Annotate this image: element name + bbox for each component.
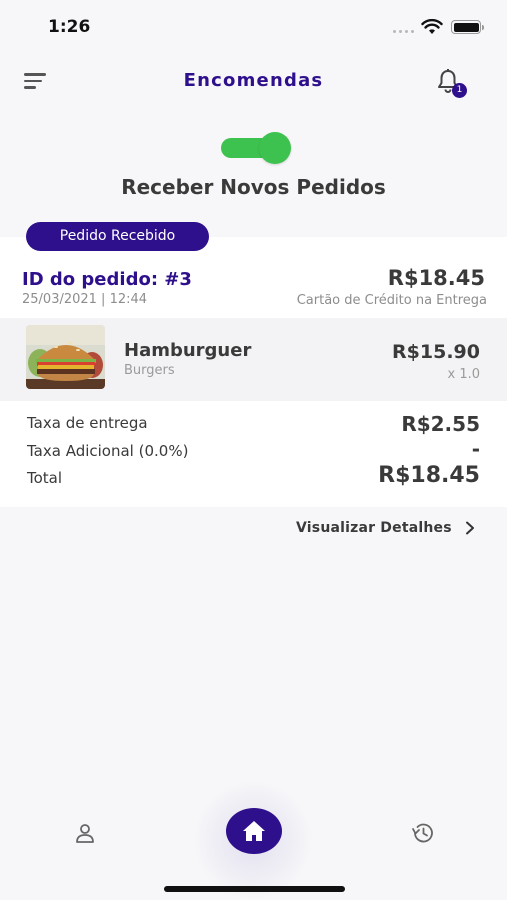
profile-icon[interactable] (74, 822, 96, 844)
home-indicator (164, 886, 345, 892)
item-category: Burgers (124, 363, 175, 378)
delivery-fee-value: R$2.55 (401, 412, 480, 436)
order-datetime: 25/03/2021 | 12:44 (22, 292, 148, 307)
home-button[interactable] (226, 808, 282, 854)
order-id: ID do pedido: #3 (22, 269, 192, 290)
bottom-nav (0, 780, 507, 900)
toggle-label: Receber Novos Pedidos (121, 175, 386, 199)
status-bar: 1:26 (0, 0, 507, 52)
additional-fee-label: Taxa Adicional (0.0%) (27, 442, 189, 460)
notification-button[interactable]: 1 (436, 68, 470, 98)
receive-orders-toggle[interactable] (221, 132, 293, 164)
order-card[interactable]: ID do pedido: #3 25/03/2021 | 12:44 R$18… (0, 237, 507, 507)
status-time: 1:26 (48, 17, 91, 37)
item-price: R$15.90 (392, 341, 480, 363)
view-details-label: Visualizar Detalhes (296, 520, 452, 536)
additional-fee-value: - (471, 437, 480, 461)
list-item: Hamburguer Burgers R$15.90 x 1.0 (0, 318, 507, 401)
history-icon[interactable] (410, 821, 436, 845)
view-details-link[interactable]: Visualizar Detalhes (296, 520, 476, 536)
item-name: Hamburguer (124, 340, 252, 361)
status-badge: Pedido Recebido (26, 222, 209, 251)
total-label: Total (27, 469, 63, 487)
order-total: R$18.45 (387, 266, 485, 290)
wifi-icon (421, 19, 443, 34)
app-header: Encomendas 1 (0, 60, 507, 104)
item-quantity: x 1.0 (447, 367, 481, 382)
payment-method: Cartão de Crédito na Entrega (296, 293, 487, 308)
toggle-knob (259, 132, 291, 164)
chevron-right-icon (465, 521, 474, 535)
notification-badge: 1 (452, 83, 467, 98)
battery-icon (451, 20, 484, 34)
signal-icon (393, 30, 414, 33)
page-title: Encomendas (183, 70, 324, 91)
burger-image (26, 325, 105, 389)
delivery-fee-label: Taxa de entrega (27, 414, 148, 432)
total-value: R$18.45 (378, 463, 480, 488)
home-icon (243, 821, 265, 841)
